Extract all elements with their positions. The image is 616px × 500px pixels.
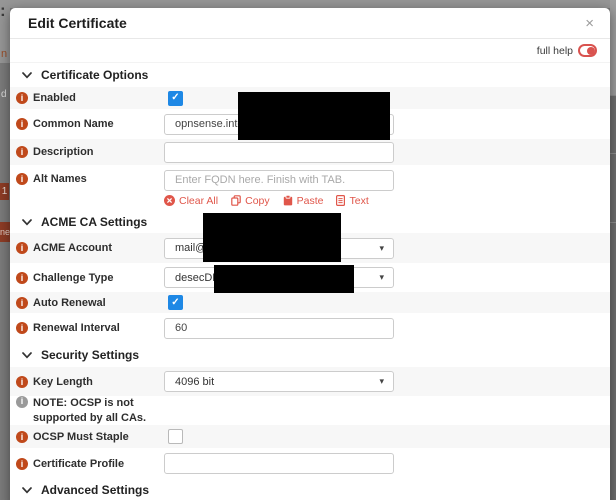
paste-button[interactable]: Paste — [283, 195, 324, 207]
enabled-checkbox[interactable] — [168, 91, 183, 106]
auto-renewal-checkbox[interactable] — [168, 295, 183, 310]
badge-fragment: 1 — [0, 183, 9, 200]
copy-button[interactable]: Copy — [231, 195, 270, 207]
field-label: Common Name — [33, 118, 114, 130]
field-label: ACME Account — [33, 242, 112, 254]
help-row: full help — [10, 39, 610, 63]
alt-names-actions: Clear All Copy Paste Text — [164, 195, 610, 207]
caret-down-icon: ▾ — [379, 376, 384, 387]
field-label: Description — [33, 146, 94, 158]
section-security-settings[interactable]: Security Settings — [10, 343, 610, 367]
renewal-interval-input[interactable] — [164, 318, 394, 339]
info-icon[interactable]: i — [16, 173, 28, 185]
text-button[interactable]: Text — [336, 195, 368, 207]
field-label: Renewal Interval — [33, 322, 120, 334]
field-label: Enabled — [33, 92, 76, 104]
section-certificate-options[interactable]: Certificate Options — [10, 63, 610, 87]
full-help-label: full help — [537, 45, 573, 57]
alt-names-input[interactable] — [164, 170, 394, 191]
info-icon[interactable]: i — [16, 458, 28, 470]
field-row-alt-names: i Alt Names Clear All Copy Paste — [10, 165, 610, 211]
section-title: ACME CA Settings — [41, 215, 147, 229]
field-label: Key Length — [33, 376, 93, 388]
field-label: Alt Names — [33, 173, 87, 185]
info-icon[interactable]: i — [16, 92, 28, 104]
field-label: Certificate Profile — [33, 458, 124, 470]
field-label: Challenge Type — [33, 272, 113, 284]
field-row-key-length: i Key Length 4096 bit ▾ — [10, 367, 610, 396]
section-advanced-settings[interactable]: Advanced Settings — [10, 479, 610, 500]
info-icon[interactable]: i — [16, 376, 28, 388]
info-icon[interactable]: i — [16, 146, 28, 158]
info-icon[interactable]: i — [16, 242, 28, 254]
info-icon[interactable]: i — [16, 272, 28, 284]
redaction-box — [203, 213, 341, 262]
screen: : A n d 1 ne Edit Certificate × full hel… — [0, 0, 616, 500]
backdrop-top — [0, 0, 616, 8]
nav-link-fragment: n — [1, 48, 7, 60]
redaction-box — [214, 265, 354, 293]
chevron-down-icon — [22, 219, 32, 226]
backdrop-left-bottom: d 1 ne — [0, 63, 10, 500]
info-icon[interactable]: i — [16, 118, 28, 130]
full-help-toggle-icon[interactable] — [578, 44, 597, 57]
field-row-ocsp-must-staple: i OCSP Must Staple — [10, 425, 610, 448]
key-length-select[interactable]: 4096 bit ▾ — [164, 371, 394, 392]
clear-all-icon — [164, 195, 175, 206]
field-label: Auto Renewal — [33, 297, 106, 309]
field-row-description: i Description — [10, 139, 610, 165]
certificate-profile-input[interactable] — [164, 453, 394, 474]
button-fragment: ne — [0, 222, 10, 242]
field-label: OCSP Must Staple — [33, 431, 129, 443]
info-icon[interactable]: i — [16, 431, 28, 443]
info-icon[interactable]: i — [16, 297, 28, 309]
field-row-certificate-profile: i Certificate Profile — [10, 448, 610, 479]
description-input[interactable] — [164, 142, 394, 163]
info-icon[interactable]: i — [16, 322, 28, 334]
caret-down-icon: ▾ — [379, 272, 384, 283]
ocsp-note-text: NOTE: OCSP is not supported by all CAs. — [33, 396, 166, 425]
redaction-box — [238, 92, 390, 140]
section-title: Security Settings — [41, 348, 139, 362]
chevron-down-icon — [22, 487, 32, 494]
field-row-auto-renewal: i Auto Renewal — [10, 292, 610, 313]
section-title: Advanced Settings — [41, 483, 149, 497]
clear-all-button[interactable]: Clear All — [164, 195, 218, 207]
paste-icon — [283, 195, 293, 206]
chevron-down-icon — [22, 352, 32, 359]
note-info-icon: i — [16, 396, 28, 408]
dialog-header: Edit Certificate × — [10, 8, 610, 39]
ocsp-must-staple-checkbox[interactable] — [168, 429, 183, 444]
section-title: Certificate Options — [41, 68, 148, 82]
caret-down-icon: ▾ — [379, 243, 384, 254]
field-row-ocsp-note: i NOTE: OCSP is not supported by all CAs… — [10, 396, 610, 425]
chevron-down-icon — [22, 72, 32, 79]
text-file-icon — [336, 195, 345, 206]
dialog-title: Edit Certificate — [28, 15, 581, 31]
close-icon[interactable]: × — [581, 14, 598, 33]
table-cell-fragment: d — [1, 89, 7, 100]
field-row-renewal-interval: i Renewal Interval — [10, 313, 610, 343]
backdrop-right — [610, 0, 616, 500]
page-title-fragment: : A — [0, 1, 10, 21]
copy-icon — [231, 195, 241, 206]
backdrop-left-top: : A n — [0, 0, 10, 63]
